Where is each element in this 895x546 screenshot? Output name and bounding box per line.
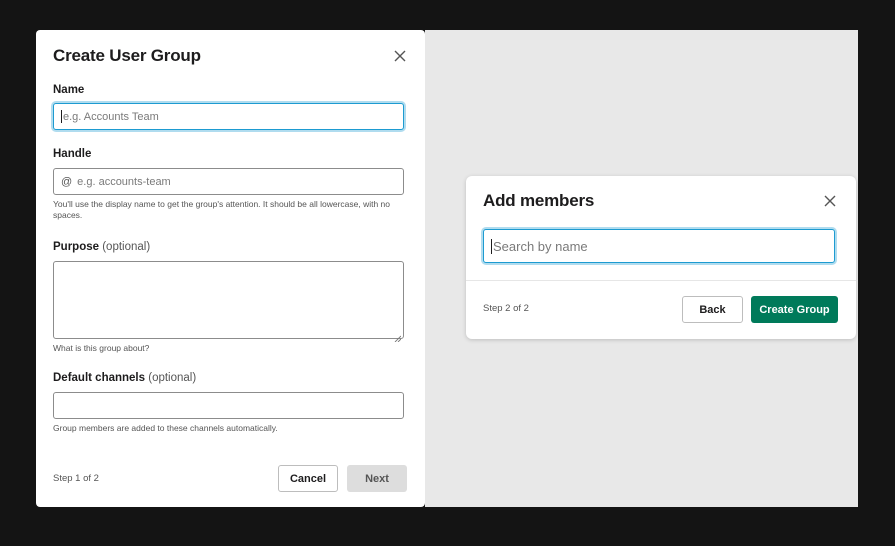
purpose-label: Purpose (optional) bbox=[53, 241, 150, 253]
channels-optional: (optional) bbox=[148, 372, 197, 384]
dialog-title: Add members bbox=[483, 191, 595, 210]
handle-label: Handle bbox=[53, 148, 92, 160]
next-button[interactable]: Next bbox=[347, 465, 407, 492]
step-indicator: Step 2 of 2 bbox=[483, 303, 529, 314]
text-caret bbox=[491, 238, 492, 254]
text-caret bbox=[61, 110, 62, 123]
handle-input[interactable]: @ e.g. accounts-team bbox=[53, 168, 404, 195]
close-icon[interactable] bbox=[823, 194, 837, 208]
purpose-label-text: Purpose bbox=[53, 241, 100, 253]
create-user-group-panel: Create User Group Name e.g. Accounts Tea… bbox=[36, 30, 425, 507]
resize-handle-icon[interactable] bbox=[394, 329, 402, 343]
search-input[interactable]: Search by name bbox=[483, 229, 835, 263]
channels-label-text: Default channels bbox=[53, 372, 146, 384]
channels-label: Default channels (optional) bbox=[53, 372, 196, 384]
purpose-textarea[interactable] bbox=[53, 261, 404, 343]
at-prefix: @ bbox=[61, 175, 73, 188]
name-input[interactable]: e.g. Accounts Team bbox=[53, 103, 404, 130]
handle-help-text: You'll use the display name to get the g… bbox=[53, 199, 391, 220]
close-icon[interactable] bbox=[393, 49, 407, 63]
create-group-button[interactable]: Create Group bbox=[751, 296, 838, 323]
handle-placeholder: e.g. accounts-team bbox=[77, 175, 171, 188]
panel-title: Create User Group bbox=[53, 46, 201, 65]
name-label: Name bbox=[53, 84, 85, 96]
purpose-optional: (optional) bbox=[102, 241, 151, 253]
channels-input[interactable] bbox=[53, 392, 404, 419]
cancel-button[interactable]: Cancel bbox=[278, 465, 338, 492]
add-members-dialog: Add members Search by name Step 2 of 2 B… bbox=[466, 176, 856, 339]
back-button[interactable]: Back bbox=[682, 296, 743, 323]
channels-help-text: Group members are added to these channel… bbox=[53, 423, 278, 433]
step-indicator: Step 1 of 2 bbox=[53, 473, 99, 484]
search-placeholder: Search by name bbox=[493, 238, 588, 254]
purpose-help-text: What is this group about? bbox=[53, 343, 150, 353]
divider bbox=[466, 280, 856, 281]
name-placeholder: e.g. Accounts Team bbox=[63, 110, 159, 123]
